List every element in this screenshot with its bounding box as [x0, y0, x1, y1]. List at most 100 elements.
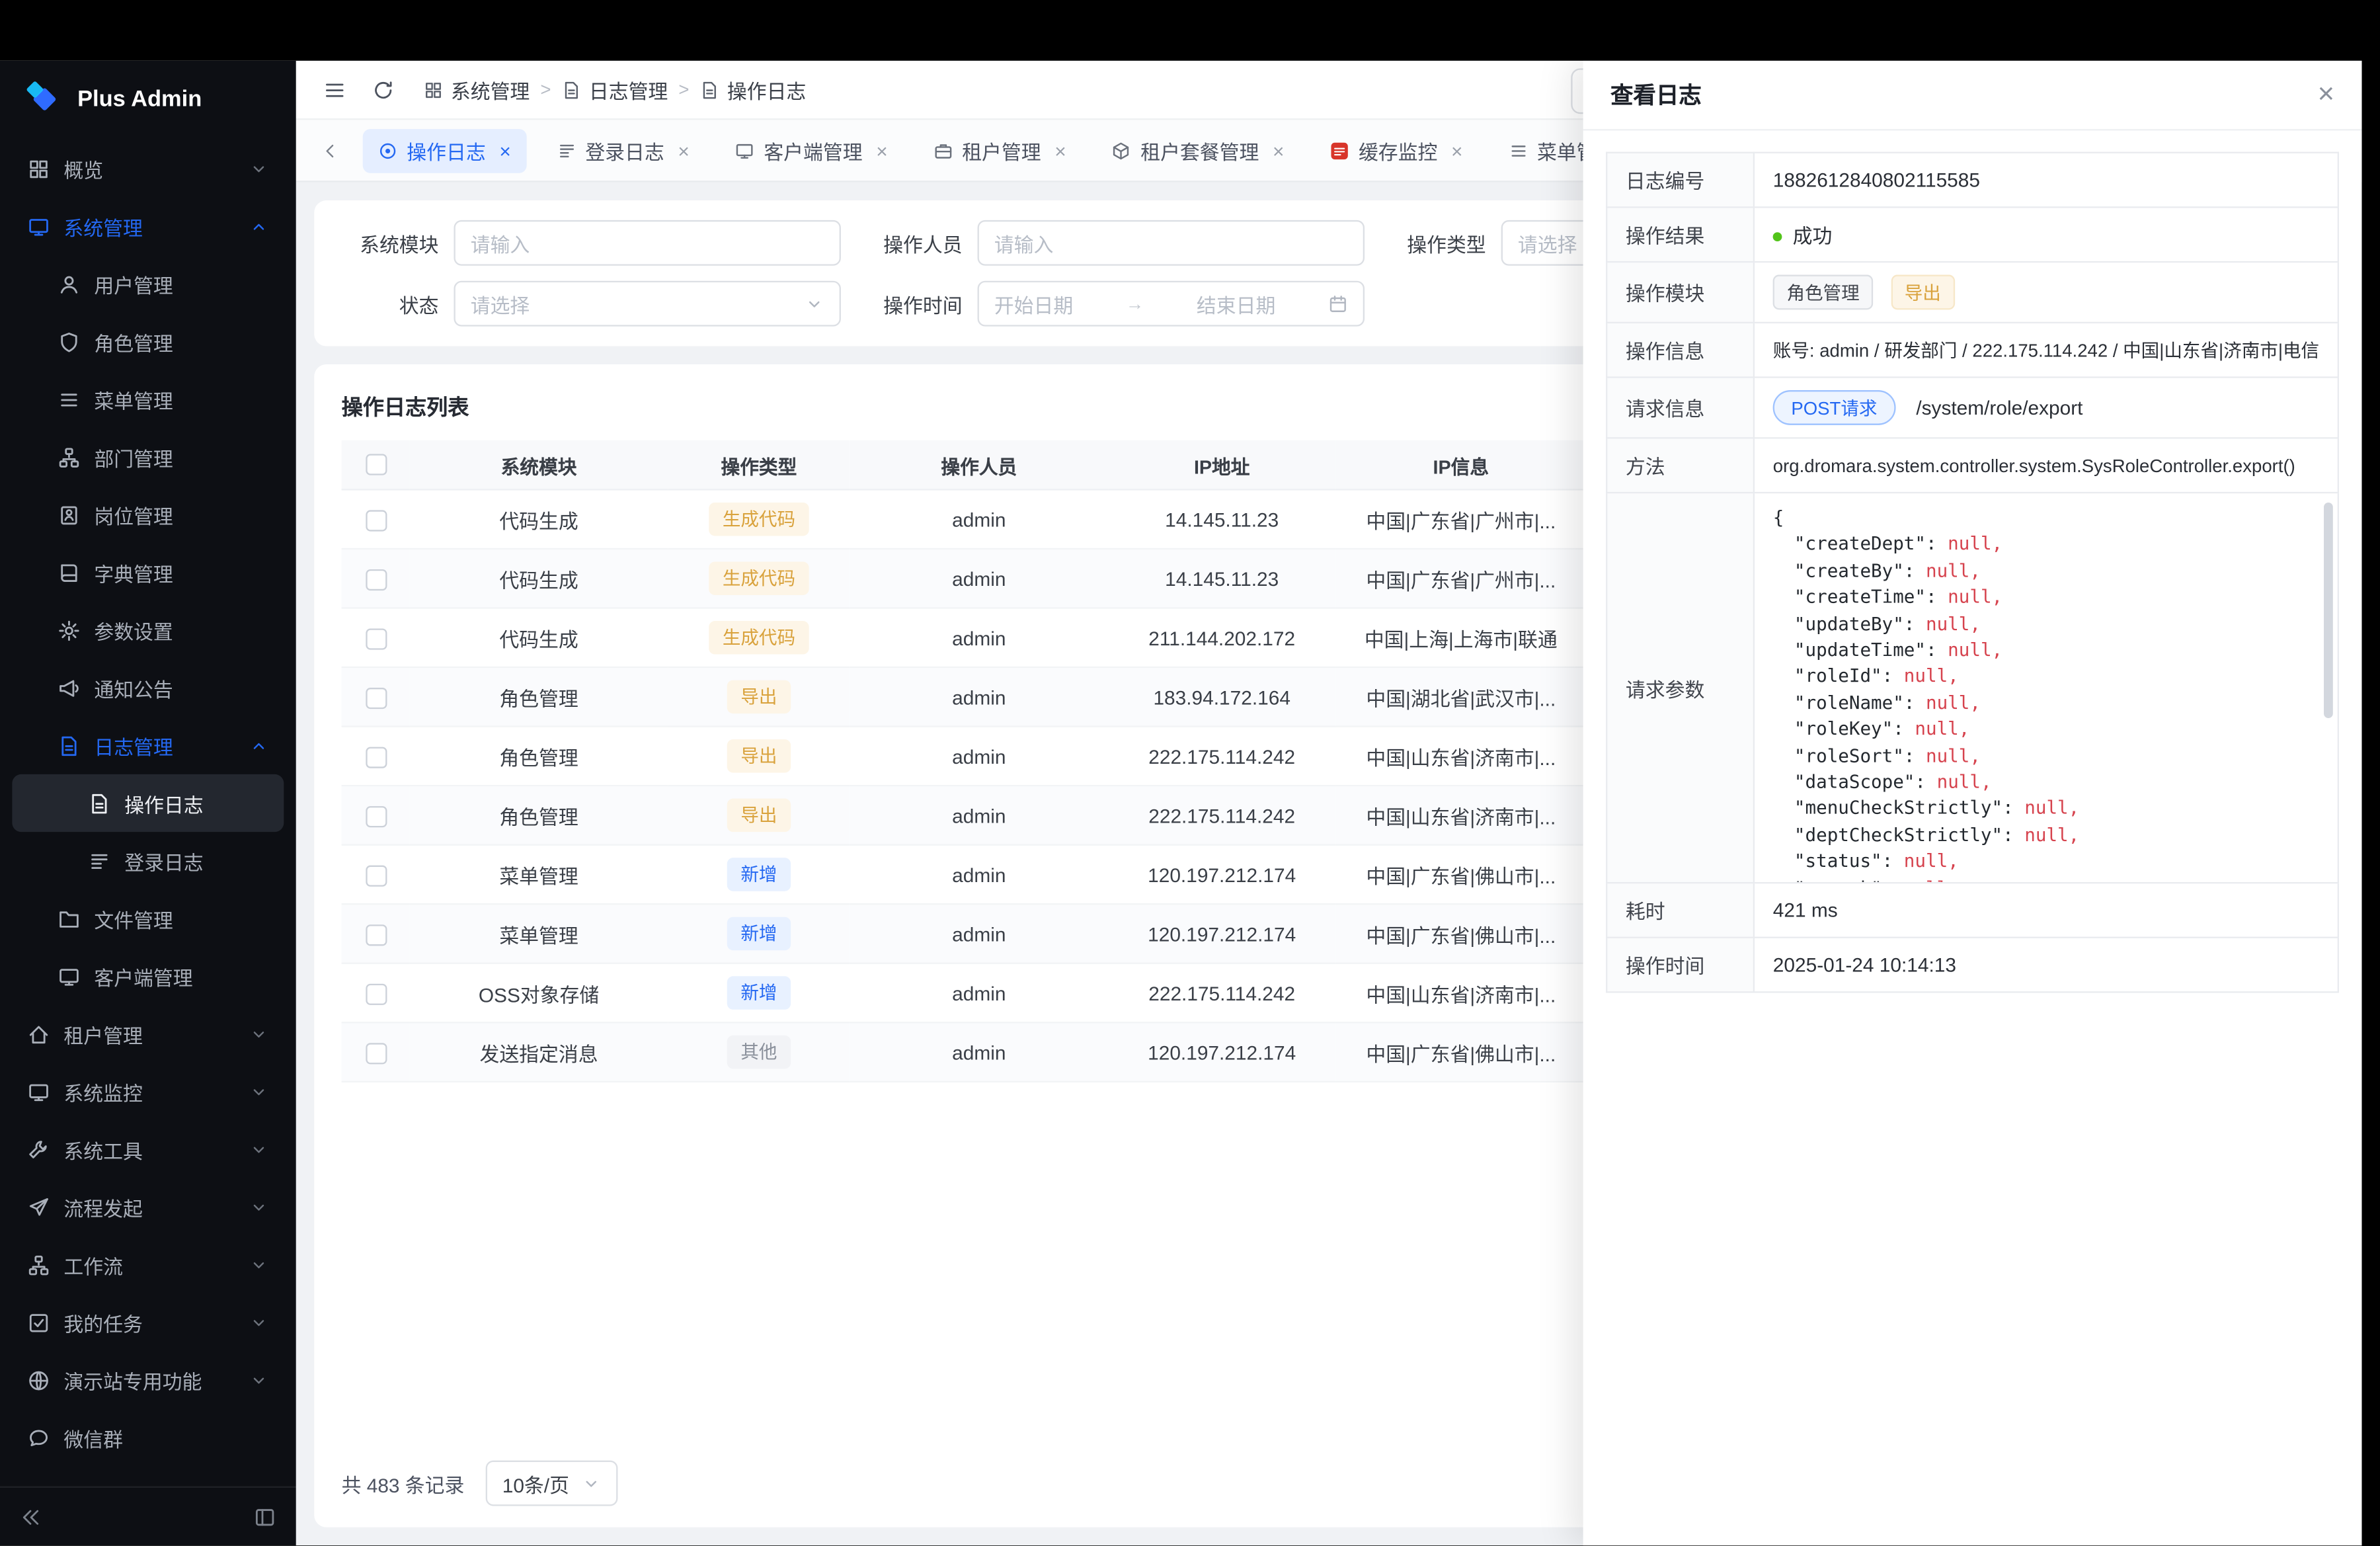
- cell-operator: admin: [850, 727, 1108, 786]
- cell-operator: admin: [850, 549, 1108, 608]
- column-header[interactable]: 系统模块: [410, 440, 668, 490]
- sidebar-item-notice[interactable]: 通知公告: [12, 659, 284, 716]
- code-line: "roleId": null,: [1773, 664, 2319, 690]
- close-icon[interactable]: ×: [1054, 140, 1066, 160]
- close-icon[interactable]: ×: [1273, 140, 1284, 160]
- tab-tenant-package-management[interactable]: 租户套餐管理 ×: [1097, 128, 1300, 173]
- sidebar-item-file-management[interactable]: 文件管理: [12, 889, 284, 947]
- close-icon[interactable]: ×: [1451, 140, 1462, 160]
- folder-icon: [58, 907, 80, 930]
- sidebar-item-tenant-management[interactable]: 租户管理: [12, 1005, 284, 1063]
- sidebar-item-system-management[interactable]: 系统管理: [12, 197, 284, 255]
- tab-client-management[interactable]: 客户端管理 ×: [720, 128, 903, 173]
- field-info: 操作信息 账号: admin / 研发部门 / 222.175.114.242 …: [1606, 323, 2338, 378]
- list-icon: [1508, 140, 1528, 160]
- sidebar-item-wechat-group[interactable]: 微信群: [12, 1409, 284, 1467]
- sidebar-item-param-settings[interactable]: 参数设置: [12, 601, 284, 659]
- column-header[interactable]: IP地址: [1108, 440, 1335, 490]
- sidebar-item-login-log[interactable]: 登录日志: [12, 832, 284, 889]
- cell-module: 发送指定消息: [410, 1022, 668, 1082]
- cell-ip: 222.175.114.242: [1108, 963, 1335, 1023]
- filter-label-module: 系统模块: [342, 229, 439, 258]
- cell-operator: admin: [850, 904, 1108, 963]
- sidebar-item-workflow[interactable]: 工作流: [12, 1236, 284, 1293]
- column-header[interactable]: 操作类型: [668, 440, 850, 490]
- sidebar-item-demo-features[interactable]: 演示站专用功能: [12, 1351, 284, 1408]
- column-header[interactable]: 操作人员: [850, 440, 1108, 490]
- monitor-icon: [27, 215, 50, 237]
- redis-icon: [1329, 140, 1349, 160]
- sidebar-item-system-tools[interactable]: 系统工具: [12, 1120, 284, 1178]
- scrollbar-thumb[interactable]: [2324, 503, 2333, 718]
- sidebar-item-system-monitor[interactable]: 系统监控: [12, 1063, 284, 1120]
- refresh-icon[interactable]: [363, 70, 403, 110]
- request-params-code-block[interactable]: { "createDept": null, "createBy": null, …: [1755, 493, 2337, 882]
- sidebar-item-overview[interactable]: 概览: [12, 140, 284, 197]
- wrench-icon: [27, 1138, 50, 1160]
- field-value: 2025-01-24 10:14:13: [1754, 938, 2338, 993]
- cell-module: OSS对象存储: [410, 963, 668, 1023]
- close-icon[interactable]: ×: [876, 140, 887, 160]
- drawer-body: 日志编号 1882612840802115585 操作结果 成功 操作模块 角色…: [1583, 130, 2362, 1014]
- close-icon[interactable]: ×: [2318, 81, 2335, 110]
- row-checkbox[interactable]: [365, 865, 386, 886]
- sidebar-item-dept-management[interactable]: 部门管理: [12, 428, 284, 485]
- close-icon[interactable]: ×: [678, 140, 689, 160]
- row-checkbox[interactable]: [365, 983, 386, 1004]
- tabs-scroll-left-icon[interactable]: [311, 132, 348, 169]
- row-checkbox[interactable]: [365, 510, 386, 531]
- sidebar-item-my-tasks[interactable]: 我的任务: [12, 1293, 284, 1351]
- select-all-checkbox[interactable]: [365, 454, 386, 475]
- row-checkbox[interactable]: [365, 1043, 386, 1064]
- row-checkbox[interactable]: [365, 924, 386, 946]
- sidebar-item-process-start[interactable]: 流程发起: [12, 1178, 284, 1236]
- sidebar-item-dict-management[interactable]: 字典管理: [12, 544, 284, 601]
- cell-ip: 120.197.212.174: [1108, 845, 1335, 905]
- sidebar-item-client-management[interactable]: 客户端管理: [12, 948, 284, 1005]
- close-icon[interactable]: ×: [499, 140, 510, 160]
- logo-icon: [24, 79, 64, 118]
- tab-cache-monitor[interactable]: 缓存监控 ×: [1314, 128, 1478, 173]
- check-square-icon: [27, 1311, 50, 1334]
- row-checkbox[interactable]: [365, 806, 386, 827]
- row-checkbox[interactable]: [365, 688, 386, 709]
- status-filter-select[interactable]: 请选择: [454, 281, 840, 327]
- filter-label-time: 操作时间: [865, 289, 963, 318]
- log-lines-icon: [88, 850, 110, 872]
- breadcrumb-item[interactable]: 操作日志: [700, 75, 807, 104]
- sidebar-item-role-management[interactable]: 角色管理: [12, 313, 284, 370]
- cell-ip: 183.94.172.164: [1108, 667, 1335, 727]
- field-value: 角色管理 导出: [1754, 262, 2338, 323]
- operation-type-badge: 生成代码: [709, 503, 809, 536]
- request-url: /system/role/export: [1916, 396, 2082, 419]
- row-checkbox[interactable]: [365, 747, 386, 768]
- sidebar-item-operation-log[interactable]: 操作日志: [12, 774, 284, 832]
- hamburger-menu-icon[interactable]: [314, 70, 354, 110]
- row-checkbox[interactable]: [365, 569, 386, 590]
- sidebar-item-user-management[interactable]: 用户管理: [12, 255, 284, 313]
- page-size-select[interactable]: 10条/页: [486, 1461, 618, 1506]
- cell-module: 角色管理: [410, 727, 668, 786]
- tab-tenant-management[interactable]: 租户管理 ×: [918, 128, 1082, 173]
- breadcrumb-item[interactable]: 日志管理: [562, 75, 668, 104]
- tab-login-log[interactable]: 登录日志 ×: [541, 128, 705, 173]
- breadcrumb-item[interactable]: 系统管理: [424, 75, 530, 104]
- field-log-id: 日志编号 1882612840802115585: [1606, 153, 2338, 208]
- tab-operation-log[interactable]: 操作日志 ×: [363, 128, 526, 173]
- collapse-sidebar-icon[interactable]: [20, 1505, 42, 1527]
- sidebar-item-menu-management[interactable]: 菜单管理: [12, 370, 284, 428]
- sidebar-item-post-management[interactable]: 岗位管理: [12, 486, 284, 544]
- date-range-picker[interactable]: 开始日期 → 结束日期: [978, 281, 1365, 327]
- row-checkbox[interactable]: [365, 628, 386, 649]
- app-logo[interactable]: Plus Admin: [0, 61, 296, 137]
- operator-filter-input[interactable]: 请输入: [978, 220, 1365, 266]
- paper-plane-icon: [27, 1196, 50, 1218]
- cell-ip-info: 中国|湖北省|武汉市|...: [1335, 667, 1586, 727]
- cell-module: 代码生成: [410, 489, 668, 549]
- log-lines-icon: [557, 140, 576, 160]
- panel-layout-icon[interactable]: [253, 1505, 276, 1527]
- display-icon: [27, 1080, 50, 1103]
- module-filter-input[interactable]: 请输入: [454, 220, 840, 266]
- column-header[interactable]: IP信息: [1335, 440, 1586, 490]
- sidebar-item-log-management[interactable]: 日志管理: [12, 717, 284, 774]
